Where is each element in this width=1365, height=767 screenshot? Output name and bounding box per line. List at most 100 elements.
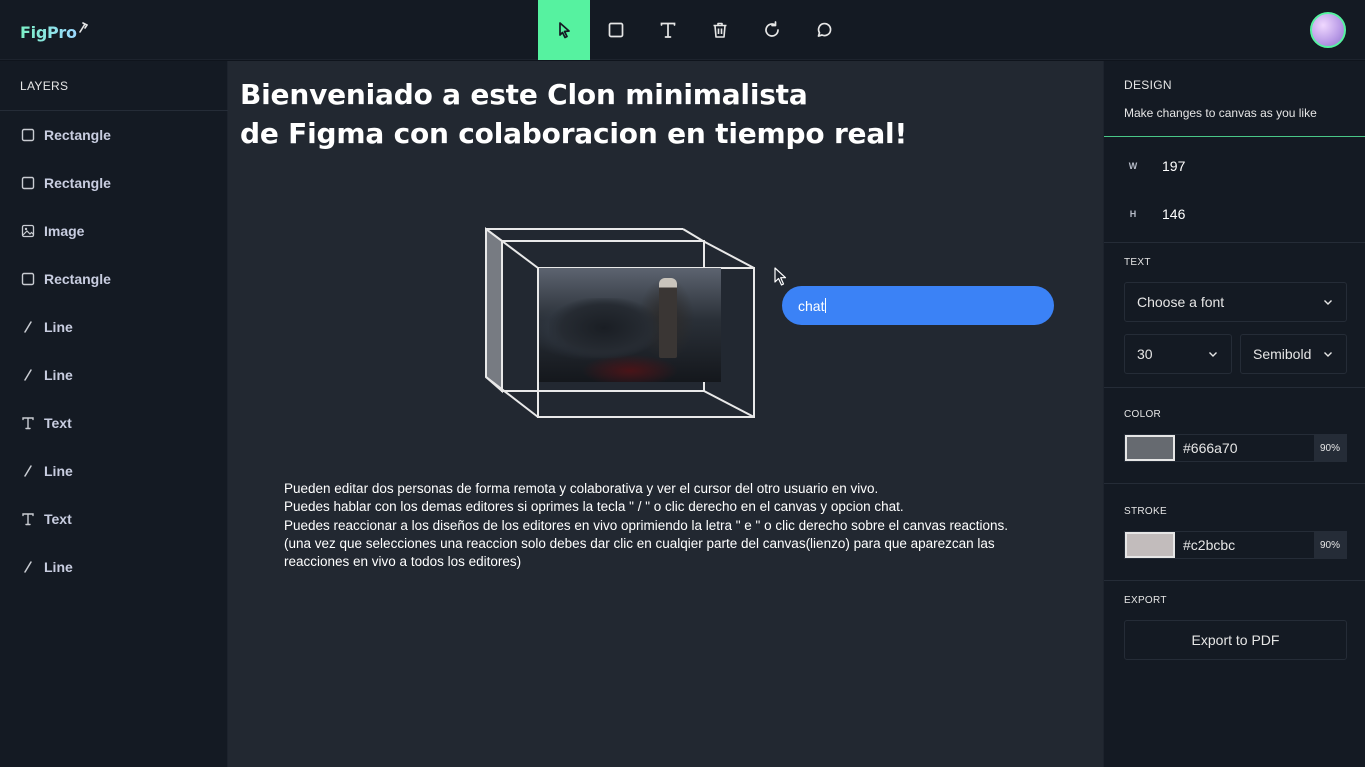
divider <box>1104 483 1365 484</box>
layer-item[interactable]: Rectangle <box>0 255 228 303</box>
cursor-arrow-icon <box>559 22 570 39</box>
dragon-illustration <box>549 298 659 358</box>
accent-divider <box>1104 136 1365 137</box>
info-line: Puedes reaccionar a los diseños de los e… <box>284 517 1008 533</box>
user-avatar[interactable] <box>1310 12 1346 48</box>
logo-text: FigPro <box>20 23 77 42</box>
stroke-opacity[interactable]: 90% <box>1314 532 1346 558</box>
line-shape[interactable] <box>703 390 755 418</box>
layer-item[interactable]: Text <box>0 495 228 543</box>
font-weight-select[interactable]: Semibold <box>1240 334 1347 374</box>
layers-panel: LAYERS Rectangle Rectangle Image Rectangle L… <box>0 61 228 767</box>
height-field[interactable]: H 146 <box>1124 204 1186 224</box>
pen-nib-icon <box>78 19 88 38</box>
fill-color-swatch[interactable] <box>1125 435 1175 461</box>
chevron-down-icon <box>1324 300 1332 305</box>
width-label: W <box>1128 161 1138 171</box>
text-t-icon <box>20 415 36 431</box>
color-section-title: COLOR <box>1124 409 1162 420</box>
font-size-select[interactable]: 30 <box>1124 334 1232 374</box>
design-title: DESIGN <box>1124 78 1172 92</box>
width-value[interactable]: 197 <box>1162 158 1185 174</box>
info-line: Pueden editar dos personas de forma remo… <box>284 481 879 496</box>
chevron-down-icon <box>1324 352 1332 357</box>
layer-item[interactable]: Line <box>0 351 228 399</box>
trash-icon <box>713 22 727 38</box>
line-icon <box>20 463 36 479</box>
layer-item[interactable]: Image <box>0 207 228 255</box>
remote-cursor-icon <box>774 267 787 286</box>
text-caret <box>825 298 827 313</box>
info-line: Puedes hablar con los demas editores si … <box>284 499 904 515</box>
rectangle-tool-button[interactable] <box>590 0 642 60</box>
delete-tool-button[interactable] <box>694 0 746 60</box>
rotate-icon <box>765 21 779 37</box>
font-family-value: Choose a font <box>1137 294 1225 310</box>
layer-item[interactable]: Rectangle <box>0 159 228 207</box>
design-panel: DESIGN Make changes to canvas as you lik… <box>1103 61 1365 767</box>
canvas-headline[interactable]: Bienveniado a este Clon minimalista de F… <box>240 75 907 153</box>
reset-tool-button[interactable] <box>746 0 798 60</box>
line-shape[interactable] <box>682 228 704 242</box>
image-icon <box>20 223 36 239</box>
font-weight-value: Semibold <box>1253 346 1312 362</box>
width-field[interactable]: W 197 <box>1124 156 1186 176</box>
chat-input-text: chat <box>798 297 825 314</box>
fill-opacity[interactable]: 90% <box>1314 435 1346 461</box>
divider <box>1104 580 1365 581</box>
info-line: reacciones en vivo a todos los editores) <box>284 554 522 570</box>
chat-bubble[interactable]: chat <box>782 286 1054 325</box>
info-text[interactable]: Pueden editar dos personas de forma remo… <box>284 480 1084 571</box>
layer-label: Image <box>44 223 85 239</box>
image-layer[interactable] <box>539 268 721 382</box>
text-section-title: TEXT <box>1124 257 1151 268</box>
chevron-down-icon <box>1209 352 1217 357</box>
headline-line-1: Bienveniado a este Clon minimalista <box>240 78 808 111</box>
divider <box>1104 387 1365 388</box>
layer-label: Text <box>44 511 72 527</box>
layers-title: LAYERS <box>20 79 69 93</box>
line-icon <box>20 319 36 335</box>
layer-item[interactable]: Text <box>0 399 228 447</box>
line-shape[interactable] <box>702 240 755 269</box>
stroke-color-hex[interactable]: #c2bcbc <box>1183 537 1314 553</box>
line-icon <box>20 559 36 575</box>
square-icon <box>20 175 36 191</box>
chat-input[interactable]: chat <box>798 297 827 314</box>
text-t-icon <box>20 511 36 527</box>
rectangle-shape[interactable] <box>485 227 503 394</box>
line-shape[interactable] <box>485 376 539 418</box>
fill-color-field[interactable]: #666a70 90% <box>1124 434 1347 462</box>
fill-color-hex[interactable]: #666a70 <box>1183 440 1314 456</box>
stroke-color-swatch[interactable] <box>1125 532 1175 558</box>
layer-label: Line <box>44 463 73 479</box>
layer-label: Line <box>44 367 73 383</box>
line-icon <box>20 367 36 383</box>
warrior-illustration <box>659 278 677 358</box>
headline-line-2: de Figma con colaboracion en tiempo real… <box>240 117 908 150</box>
font-family-select[interactable]: Choose a font <box>1124 282 1347 322</box>
layer-label: Line <box>44 319 73 335</box>
toolbar <box>538 0 850 60</box>
layer-item[interactable]: Line <box>0 303 228 351</box>
layer-label: Rectangle <box>44 175 111 191</box>
chat-bubble-icon <box>817 22 832 37</box>
layer-item[interactable]: Line <box>0 543 228 591</box>
select-tool-button[interactable] <box>538 0 590 60</box>
app-logo[interactable]: FigPro <box>20 19 88 42</box>
layer-label: Rectangle <box>44 271 111 287</box>
divider <box>1104 242 1365 243</box>
font-size-value: 30 <box>1137 346 1153 362</box>
comment-tool-button[interactable] <box>798 0 850 60</box>
stroke-color-field[interactable]: #c2bcbc 90% <box>1124 531 1347 559</box>
export-pdf-button[interactable]: Export to PDF <box>1124 620 1347 660</box>
layer-item[interactable]: Line <box>0 447 228 495</box>
text-tool-button[interactable] <box>642 0 694 60</box>
height-label: H <box>1129 209 1137 219</box>
canvas[interactable]: Bienveniado a este Clon minimalista de F… <box>228 61 1103 767</box>
design-subtitle: Make changes to canvas as you like <box>1124 106 1317 120</box>
layers-list: Rectangle Rectangle Image Rectangle Line Line… <box>0 111 228 591</box>
layer-item[interactable]: Rectangle <box>0 111 228 159</box>
square-icon <box>20 127 36 143</box>
height-value[interactable]: 146 <box>1162 206 1185 222</box>
